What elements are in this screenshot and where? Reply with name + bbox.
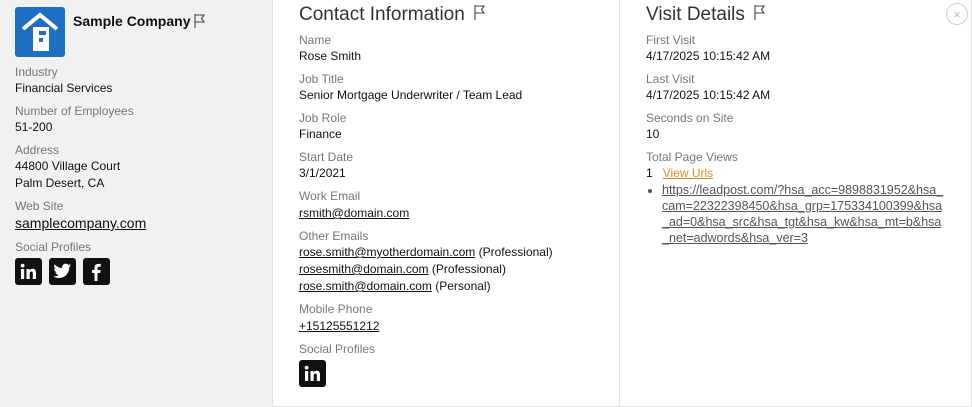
flag-icon[interactable] (193, 13, 207, 34)
other-emails-label: Other Emails (299, 229, 369, 243)
visited-url-link[interactable]: https://leadpost.com/?hsa_acc=9898831952… (662, 183, 943, 245)
job-role-value: Finance (299, 127, 342, 141)
close-icon: × (953, 6, 961, 22)
other-email-link[interactable]: rose.smith@myotherdomain.com (299, 245, 475, 259)
linkedin-icon[interactable] (299, 360, 326, 387)
other-email-link[interactable]: rosesmith@domain.com (299, 262, 429, 276)
company-logo (15, 7, 65, 57)
company-name: Sample Company (73, 13, 191, 29)
first-visit-value: 4/17/2025 10:15:42 AM (646, 49, 771, 63)
company-panel: Sample Company Industry Financial Servic… (0, 0, 272, 407)
website-link[interactable]: samplecompany.com (15, 215, 146, 231)
mobile-phone-label: Mobile Phone (299, 302, 373, 316)
address-label: Address (15, 143, 60, 157)
job-role-label: Job Role (299, 111, 347, 125)
name-label: Name (299, 33, 332, 47)
list-item: https://leadpost.com/?hsa_acc=9898831952… (662, 182, 945, 246)
company-header: Sample Company (15, 7, 257, 57)
close-button[interactable]: × (946, 3, 968, 25)
start-date-label: Start Date (299, 150, 354, 164)
other-email-item: rosesmith@domain.com (Professional) (299, 261, 593, 278)
job-title-value: Senior Mortgage Underwriter / Team Lead (299, 88, 523, 102)
mobile-phone-link[interactable]: +15125551212 (299, 319, 379, 333)
contact-card: Contact Information Name Rose Smith Job … (272, 0, 620, 407)
view-urls-link[interactable]: View Urls (663, 165, 713, 182)
contact-title: Contact Information (299, 4, 593, 27)
work-email-link[interactable]: rsmith@domain.com (299, 206, 409, 220)
contact-social-label: Social Profiles (299, 342, 376, 356)
flag-icon[interactable] (753, 4, 767, 27)
other-email-item: rose.smith@domain.com (Personal) (299, 278, 593, 295)
website-label: Web Site (15, 199, 64, 213)
name-value: Rose Smith (299, 49, 362, 63)
other-email-link[interactable]: rose.smith@domain.com (299, 279, 432, 293)
social-profiles-label: Social Profiles (15, 240, 92, 254)
facebook-icon[interactable] (83, 258, 110, 285)
last-visit-value: 4/17/2025 10:15:42 AM (646, 88, 771, 102)
industry-label: Industry (15, 65, 58, 79)
linkedin-icon[interactable] (15, 258, 42, 285)
seconds-value: 10 (646, 127, 660, 141)
url-list: https://leadpost.com/?hsa_acc=9898831952… (662, 182, 945, 246)
twitter-icon[interactable] (49, 258, 76, 285)
flag-icon[interactable] (473, 4, 487, 27)
visit-card: × Visit Details First Visit 4/17/2025 10… (619, 0, 972, 407)
employees-value: 51-200 (15, 120, 53, 134)
email-type: (Personal) (435, 279, 491, 293)
email-type: (Professional) (478, 245, 553, 259)
employees-label: Number of Employees (15, 104, 134, 118)
start-date-value: 3/1/2021 (299, 166, 346, 180)
seconds-label: Seconds on Site (646, 111, 734, 125)
page-views-count: 1 (646, 166, 653, 180)
page-views-row: 1 View Urls (646, 165, 945, 182)
industry-value: Financial Services (15, 81, 113, 95)
last-visit-label: Last Visit (646, 72, 695, 86)
first-visit-label: First Visit (646, 33, 696, 47)
contact-title-text: Contact Information (299, 4, 465, 25)
email-type: (Professional) (431, 262, 506, 276)
page-views-label: Total Page Views (646, 150, 738, 164)
address-line2: Palm Desert, CA (15, 176, 105, 190)
visit-title: Visit Details (646, 4, 945, 27)
work-email-label: Work Email (299, 189, 361, 203)
company-social-icons (15, 258, 257, 285)
address-line1: 44800 Village Court (15, 159, 121, 173)
contact-social-icons (299, 360, 593, 387)
visit-title-text: Visit Details (646, 4, 745, 25)
job-title-label: Job Title (299, 72, 344, 86)
other-email-item: rose.smith@myotherdomain.com (Profession… (299, 244, 593, 261)
